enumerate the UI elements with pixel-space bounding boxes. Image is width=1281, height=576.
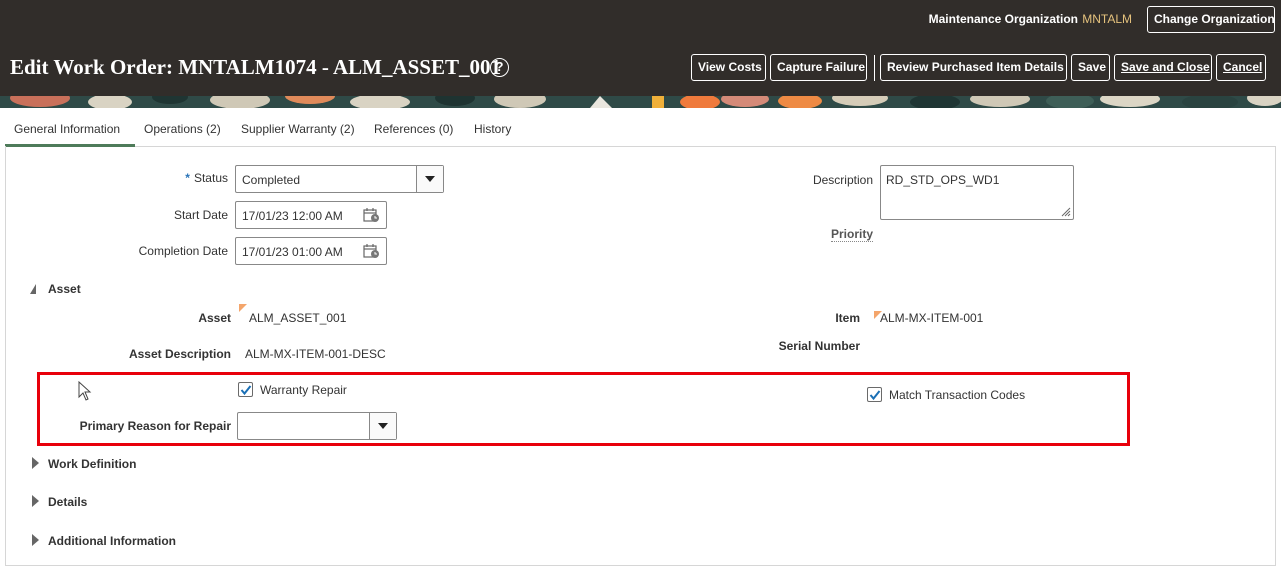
tab-bar: General Information Operations (2) Suppl… bbox=[0, 108, 1281, 147]
start-date-input[interactable]: 17/01/23 12:00 AM bbox=[235, 201, 387, 229]
asset-label: Asset bbox=[198, 311, 231, 325]
expand-triangle-icon[interactable] bbox=[32, 534, 39, 546]
item-label: Item bbox=[835, 311, 860, 325]
save-button[interactable]: Save bbox=[1071, 54, 1110, 81]
start-date-label: Start Date bbox=[173, 208, 228, 222]
asset-value: ALM_ASSET_001 bbox=[249, 311, 347, 325]
completion-date-input[interactable]: 17/01/23 01:00 AM bbox=[235, 237, 387, 265]
asset-description-value: ALM-MX-ITEM-001-DESC bbox=[245, 347, 386, 361]
details-section-header[interactable]: Details bbox=[48, 495, 87, 509]
highlight-box bbox=[37, 372, 1130, 446]
view-costs-button[interactable]: View Costs bbox=[691, 54, 766, 81]
status-label: * Status bbox=[185, 171, 228, 185]
collapse-triangle-icon[interactable] bbox=[30, 284, 36, 294]
tab-operations[interactable]: Operations (2) bbox=[144, 122, 221, 136]
tab-history[interactable]: History bbox=[474, 122, 511, 136]
decorative-banner bbox=[0, 96, 1281, 108]
asset-description-label: Asset Description bbox=[128, 347, 231, 361]
additional-information-section-header[interactable]: Additional Information bbox=[48, 534, 176, 548]
flag-icon bbox=[239, 304, 247, 312]
org-label: Maintenance Organization bbox=[928, 12, 1078, 26]
description-textarea[interactable]: RD_STD_OPS_WD1 bbox=[880, 165, 1074, 220]
review-purchased-item-details-button[interactable]: Review Purchased Item Details bbox=[880, 54, 1067, 81]
serial-number-label: Serial Number bbox=[778, 339, 860, 353]
page-header: Maintenance Organization MNTALM Change O… bbox=[0, 0, 1281, 96]
completion-date-value: 17/01/23 01:00 AM bbox=[242, 245, 343, 259]
calendar-icon[interactable] bbox=[363, 207, 380, 223]
help-icon[interactable]: ? bbox=[490, 58, 509, 77]
tab-references[interactable]: References (0) bbox=[374, 122, 453, 136]
page-title: Edit Work Order: MNTALM1074 - ALM_ASSET_… bbox=[10, 55, 501, 79]
resize-grip-icon[interactable] bbox=[1061, 207, 1071, 217]
required-indicator: * bbox=[185, 171, 190, 185]
save-and-close-button[interactable]: Save and Close bbox=[1114, 54, 1212, 81]
org-value: MNTALM bbox=[1082, 12, 1132, 26]
status-select[interactable]: Completed bbox=[235, 165, 444, 193]
tab-supplier-warranty[interactable]: Supplier Warranty (2) bbox=[241, 122, 355, 136]
description-label: Description bbox=[812, 173, 873, 187]
item-value: ALM-MX-ITEM-001 bbox=[880, 311, 984, 325]
capture-failure-button[interactable]: Capture Failure bbox=[770, 54, 867, 81]
work-definition-section-header[interactable]: Work Definition bbox=[48, 457, 136, 471]
chevron-down-icon[interactable] bbox=[416, 166, 443, 192]
description-value: RD_STD_OPS_WD1 bbox=[886, 173, 1000, 187]
expand-triangle-icon[interactable] bbox=[32, 495, 39, 507]
tab-general-information[interactable]: General Information bbox=[14, 122, 120, 136]
asset-section-header[interactable]: Asset bbox=[48, 282, 81, 296]
change-organization-button[interactable]: Change Organization bbox=[1147, 6, 1275, 33]
toolbar-divider bbox=[874, 55, 875, 81]
completion-date-label: Completion Date bbox=[138, 244, 228, 258]
cancel-button[interactable]: Cancel bbox=[1216, 54, 1266, 81]
status-value: Completed bbox=[242, 173, 301, 187]
priority-label: Priority bbox=[830, 227, 873, 242]
start-date-value: 17/01/23 12:00 AM bbox=[242, 209, 343, 223]
expand-triangle-icon[interactable] bbox=[32, 457, 39, 469]
mouse-cursor-icon bbox=[78, 381, 92, 401]
calendar-icon[interactable] bbox=[363, 243, 380, 259]
banner-pattern-icon bbox=[0, 96, 1281, 108]
